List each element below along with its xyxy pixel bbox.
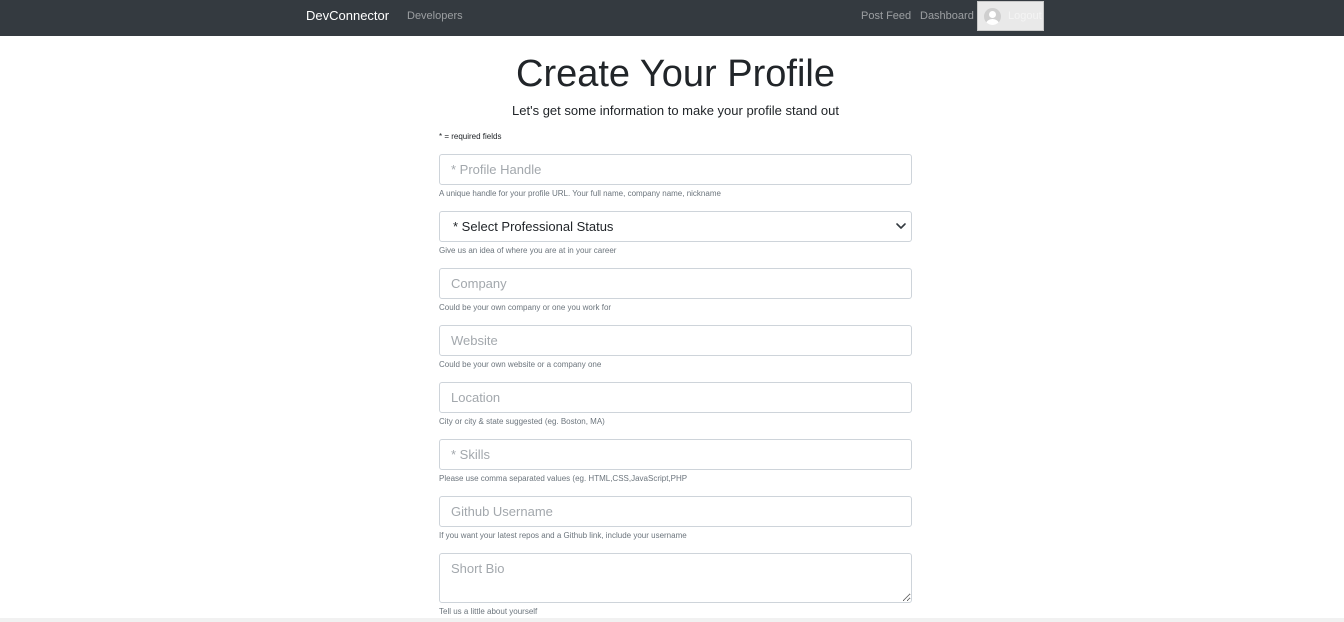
- profile-handle-input[interactable]: [439, 154, 912, 185]
- user-avatar-icon: [984, 8, 1001, 25]
- professional-status-value: * Select Professional Status: [453, 219, 614, 234]
- company-hint: Could be your own company or one you wor…: [439, 303, 612, 312]
- navbar: DevConnector Developers Post Feed Dashbo…: [0, 0, 1344, 36]
- company-input[interactable]: [439, 268, 912, 299]
- skills-input[interactable]: [439, 439, 912, 470]
- github-username-input[interactable]: [439, 496, 912, 527]
- chevron-down-icon: [896, 223, 906, 229]
- professional-status-hint: Give us an idea of where you are at in y…: [439, 246, 617, 255]
- page-title: Create Your Profile: [516, 53, 835, 95]
- page-bottom-edge: [0, 618, 1344, 622]
- location-input[interactable]: [439, 382, 912, 413]
- required-fields-note: * = required fields: [439, 132, 502, 141]
- logout-label: Logout: [1008, 10, 1042, 22]
- nav-developers-link[interactable]: Developers: [407, 10, 463, 23]
- website-input[interactable]: [439, 325, 912, 356]
- short-bio-hint: Tell us a little about yourself: [439, 607, 538, 616]
- website-hint: Could be your own website or a company o…: [439, 360, 602, 369]
- profile-handle-hint: A unique handle for your profile URL. Yo…: [439, 189, 721, 198]
- brand-link[interactable]: DevConnector: [306, 8, 389, 24]
- logout-button[interactable]: Logout: [977, 1, 1044, 31]
- nav-dashboard-link[interactable]: Dashboard: [920, 10, 974, 23]
- skills-hint: Please use comma separated values (eg. H…: [439, 474, 688, 483]
- github-username-hint: If you want your latest repos and a Gith…: [439, 531, 687, 540]
- nav-post-feed-link[interactable]: Post Feed: [861, 10, 911, 23]
- page-lead: Let's get some information to make your …: [512, 103, 839, 118]
- short-bio-textarea[interactable]: [439, 553, 912, 603]
- professional-status-select[interactable]: * Select Professional Status: [439, 211, 912, 242]
- location-hint: City or city & state suggested (eg. Bost…: [439, 417, 605, 426]
